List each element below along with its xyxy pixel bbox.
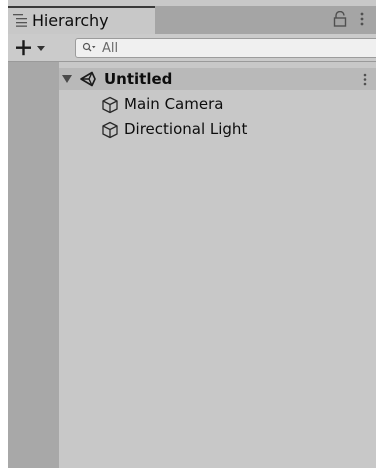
expand-triangle-icon[interactable] (62, 75, 72, 84)
hierarchy-item-main-camera[interactable]: Main Camera (59, 93, 376, 115)
hierarchy-panel: Hierarchy All Untitled Main Camera Direc… (8, 0, 376, 468)
search-icon (82, 42, 96, 52)
toolbar (8, 34, 376, 62)
hierarchy-item-directional-light[interactable]: Directional Light (59, 118, 376, 140)
cube-icon (102, 121, 118, 139)
kebab-menu-icon[interactable] (362, 72, 368, 87)
hierarchy-list-icon (13, 14, 27, 27)
hierarchy-item-label: Main Camera (124, 95, 224, 113)
lock-icon[interactable] (333, 11, 347, 27)
tab-label: Hierarchy (32, 11, 109, 30)
dropdown-arrow-icon (37, 46, 45, 51)
plus-icon (16, 40, 31, 56)
tab-bar: Hierarchy (8, 6, 376, 34)
tab-hierarchy[interactable]: Hierarchy (8, 6, 155, 34)
search-field[interactable] (75, 38, 376, 58)
unity-logo-icon (80, 71, 96, 87)
cube-icon (102, 96, 118, 114)
scene-row[interactable]: Untitled (59, 68, 376, 90)
hierarchy-item-label: Directional Light (124, 120, 248, 138)
scene-name: Untitled (104, 70, 173, 88)
hierarchy-gutter (8, 62, 59, 468)
kebab-menu-icon[interactable] (359, 11, 365, 27)
search-input[interactable] (102, 40, 362, 56)
add-button[interactable] (13, 37, 57, 59)
